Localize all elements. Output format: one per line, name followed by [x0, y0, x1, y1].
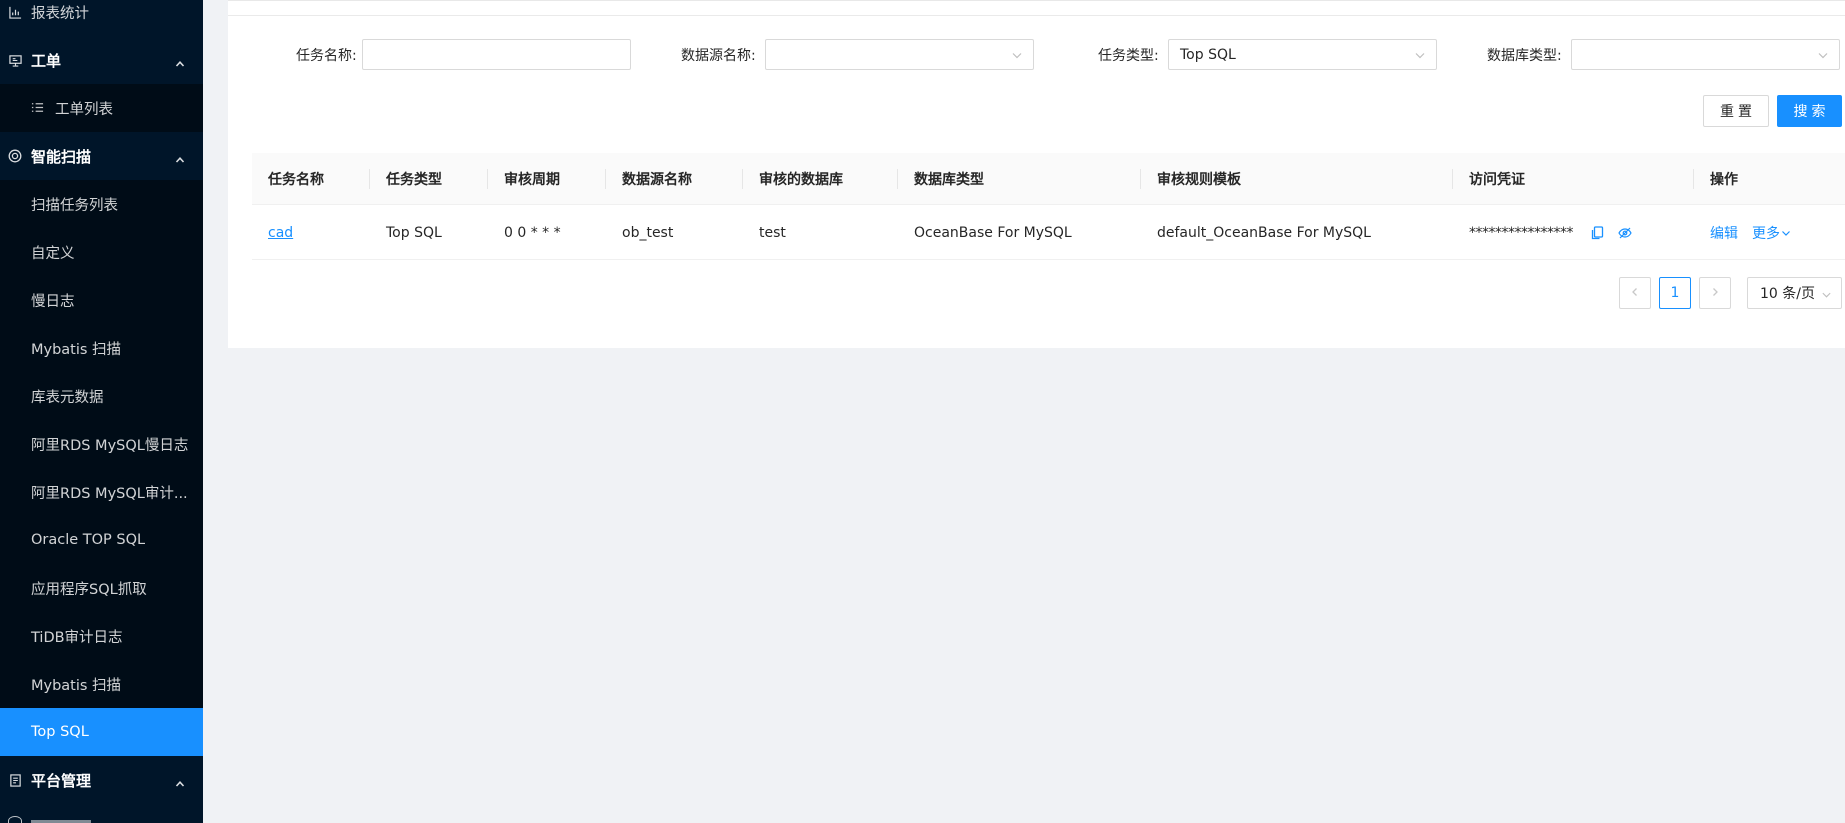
content-card: 任务名称: 数据源名称: 任务类型: Top SQL 数据库类型: 重置 搜索 …	[228, 0, 1845, 348]
eye-invisible-icon[interactable]	[1618, 205, 1632, 260]
partial-menu-icon	[8, 816, 22, 823]
sidebar-item-label: Top SQL	[31, 724, 89, 740]
page-1-button[interactable]: 1	[1659, 277, 1691, 309]
col-db-type: 数据库类型	[914, 172, 984, 188]
sidebar: 报表统计 工单 工单列表 智能扫描 扫描任务列表 自定义 慢日志 Mybatis…	[0, 0, 203, 823]
sidebar-item-slow-log[interactable]: 慢日志	[0, 276, 203, 324]
bar-chart-icon	[8, 5, 22, 19]
sidebar-item-label: 报表统计	[31, 5, 89, 22]
sidebar-item-report-stats[interactable]: 报表统计	[0, 0, 203, 36]
cell-datasource: ob_test	[622, 224, 674, 241]
task-type-value: Top SQL	[1180, 46, 1236, 63]
col-audited-database: 审核的数据库	[759, 172, 843, 188]
cell-credential: ****************	[1469, 224, 1574, 241]
list-icon	[31, 101, 45, 115]
sidebar-item-label: Oracle TOP SQL	[31, 532, 146, 548]
sidebar-group-smart-scan[interactable]: 智能扫描	[0, 132, 203, 180]
main-content: 任务名称: 数据源名称: 任务类型: Top SQL 数据库类型: 重置 搜索 …	[203, 0, 1845, 823]
sidebar-item-top-sql[interactable]: Top SQL	[0, 708, 203, 756]
task-name-label: 任务名称:	[296, 48, 357, 64]
cell-db-type: OceanBase For MySQL	[914, 224, 1072, 241]
sidebar-item-label: 阿里RDS MySQL慢日志	[31, 437, 189, 454]
sidebar-item-label: 工单列表	[55, 101, 113, 118]
sidebar-item-label: 库表元数据	[31, 389, 104, 406]
sidebar-item-workorder-list[interactable]: 工单列表	[0, 84, 203, 132]
sidebar-item-ali-rds-audit[interactable]: 阿里RDS MySQL审计...	[0, 468, 203, 516]
chevron-down-icon	[1817, 49, 1829, 61]
sidebar-item-label: Mybatis 扫描	[31, 677, 122, 694]
next-page-button[interactable]	[1699, 277, 1731, 309]
cell-rule-template: default_OceanBase For MySQL	[1157, 224, 1371, 241]
card-divider	[228, 15, 1845, 16]
sidebar-item-label: 自定义	[31, 245, 75, 262]
datasource-label: 数据源名称:	[681, 48, 756, 64]
sidebar-group-label: 智能扫描	[31, 147, 92, 166]
monitor-icon	[8, 53, 22, 67]
task-name-input[interactable]	[362, 39, 631, 70]
col-task-name: 任务名称	[268, 172, 324, 188]
table-header: 任务名称 任务类型 审核周期 数据源名称 审核的数据库 数据库类型 审核规则模板…	[252, 153, 1845, 205]
sidebar-group-platform-admin[interactable]: 平台管理	[0, 756, 203, 804]
chevron-down-icon	[1414, 49, 1426, 61]
task-type-label: 任务类型:	[1098, 48, 1159, 64]
sidebar-item-mybatis-scan[interactable]: Mybatis 扫描	[0, 324, 203, 372]
prev-page-button[interactable]	[1619, 277, 1651, 309]
sidebar-item-label: Mybatis 扫描	[31, 341, 122, 358]
more-dropdown[interactable]: 更多	[1752, 223, 1780, 243]
chevron-up-icon	[175, 151, 185, 163]
sidebar-item-scan-task-list[interactable]: 扫描任务列表	[0, 180, 203, 228]
col-credential: 访问凭证	[1469, 172, 1525, 188]
sidebar-item-table-metadata[interactable]: 库表元数据	[0, 372, 203, 420]
cell-task-type: Top SQL	[386, 224, 442, 241]
cell-audit-cycle: 0 0 * * *	[504, 224, 561, 241]
copy-icon[interactable]	[1591, 205, 1604, 260]
edit-link[interactable]: 编辑	[1710, 223, 1738, 243]
search-button[interactable]: 搜索	[1777, 95, 1842, 127]
col-audit-cycle: 审核周期	[504, 172, 560, 188]
partial-menu-label	[31, 816, 91, 823]
col-task-type: 任务类型	[386, 172, 442, 188]
chevron-down-icon	[1821, 288, 1832, 299]
task-name-link[interactable]: cad	[268, 225, 293, 241]
chevron-up-icon	[175, 775, 185, 787]
page-size-select[interactable]: 10 条/页	[1747, 277, 1842, 309]
sidebar-item-label: 阿里RDS MySQL审计...	[31, 485, 188, 502]
task-type-select[interactable]: Top SQL	[1168, 39, 1437, 70]
chevron-left-icon	[1630, 285, 1640, 301]
db-type-label: 数据库类型:	[1487, 48, 1562, 64]
datasource-select[interactable]	[765, 39, 1034, 70]
sidebar-item-custom[interactable]: 自定义	[0, 228, 203, 276]
sidebar-item-mybatis-scan-2[interactable]: Mybatis 扫描	[0, 660, 203, 708]
sidebar-item-label: TiDB审计日志	[31, 629, 123, 646]
document-icon	[8, 773, 22, 787]
col-rule-template: 审核规则模板	[1157, 172, 1241, 188]
table-row: cad Top SQL 0 0 * * * ob_test test Ocean…	[252, 205, 1845, 260]
chevron-up-icon	[175, 55, 185, 67]
chevron-down-icon	[1011, 49, 1023, 61]
sidebar-group-label: 工单	[31, 51, 62, 70]
sidebar-item-label: 应用程序SQL抓取	[31, 581, 147, 598]
sidebar-item-tidb-audit[interactable]: TiDB审计日志	[0, 612, 203, 660]
page-size-value: 10 条/页	[1760, 286, 1815, 302]
db-type-select[interactable]	[1571, 39, 1840, 70]
sidebar-item-label: 慢日志	[31, 293, 75, 310]
scan-icon	[8, 149, 22, 163]
col-actions: 操作	[1710, 172, 1738, 188]
col-datasource: 数据源名称	[622, 172, 692, 188]
cell-audited-database: test	[759, 224, 786, 241]
chevron-right-icon	[1710, 285, 1720, 301]
sidebar-item-oracle-top-sql[interactable]: Oracle TOP SQL	[0, 516, 203, 564]
chevron-down-icon	[1781, 228, 1791, 238]
sidebar-group-workorder[interactable]: 工单	[0, 36, 203, 84]
sidebar-item-label: 扫描任务列表	[31, 197, 118, 214]
sidebar-item-app-sql-capture[interactable]: 应用程序SQL抓取	[0, 564, 203, 612]
reset-button[interactable]: 重置	[1703, 95, 1769, 127]
sidebar-group-label: 平台管理	[31, 771, 92, 790]
sidebar-item-ali-rds-slow-log[interactable]: 阿里RDS MySQL慢日志	[0, 420, 203, 468]
